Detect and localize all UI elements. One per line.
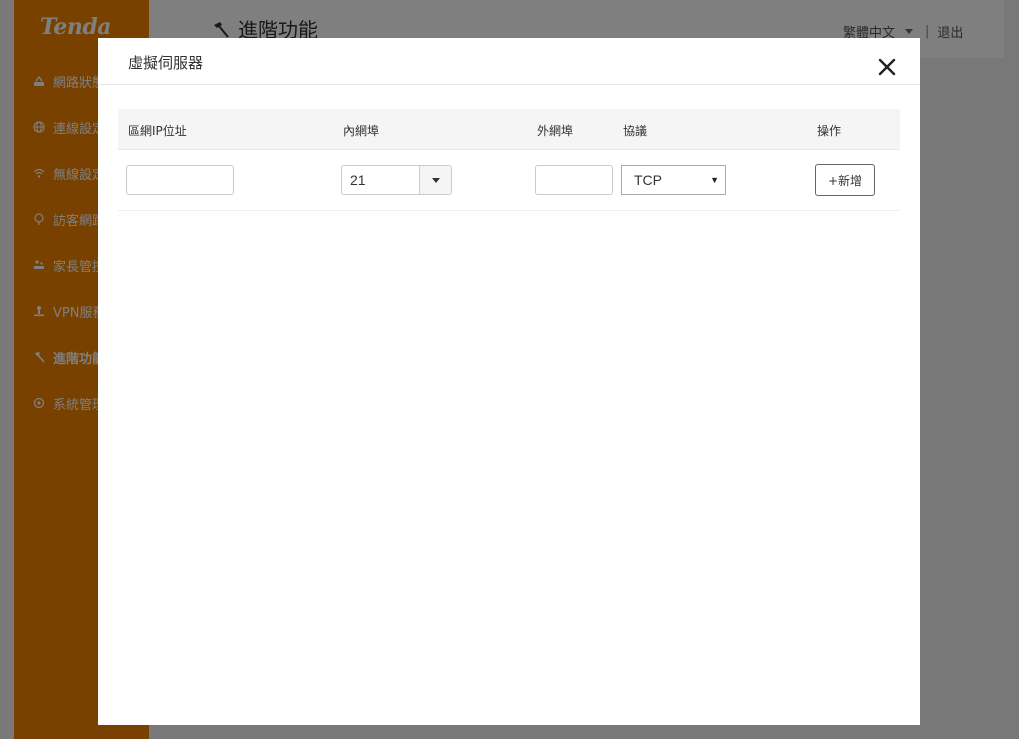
virtual-server-dialog: 虛擬伺服器 區網IP位址 內網埠 外網埠 協議 操作 21 TCP ▼ +新增: [98, 38, 920, 725]
add-button[interactable]: +新增: [815, 164, 875, 196]
close-icon[interactable]: [876, 56, 898, 78]
table-row: TCP ▼ +新增: [118, 150, 900, 211]
header-protocol: 協議: [623, 124, 648, 138]
header-action: 操作: [817, 124, 842, 138]
header-lan-ip: 區網IP位址: [128, 124, 187, 138]
lan-ip-input[interactable]: [126, 165, 234, 195]
protocol-selected-value: TCP: [634, 172, 662, 188]
caret-down-icon: [431, 177, 440, 183]
header-external-port: 外網埠: [537, 124, 574, 138]
external-port-input[interactable]: [535, 165, 613, 195]
table-header: 區網IP位址 內網埠 外網埠 協議 操作: [118, 109, 900, 150]
dialog-header: 虛擬伺服器: [98, 38, 920, 85]
protocol-select[interactable]: TCP ▼: [621, 165, 726, 195]
internal-port-input[interactable]: [342, 166, 419, 194]
dropdown-arrow-icon: ▼: [710, 175, 719, 185]
dialog-title: 虛擬伺服器: [128, 54, 204, 72]
internal-port-combo: [341, 165, 452, 195]
header-internal-port: 內網埠: [343, 124, 380, 138]
virtual-server-table: 區網IP位址 內網埠 外網埠 協議 操作 TCP ▼ +新增: [118, 109, 900, 211]
internal-port-dropdown-button[interactable]: [419, 166, 451, 194]
